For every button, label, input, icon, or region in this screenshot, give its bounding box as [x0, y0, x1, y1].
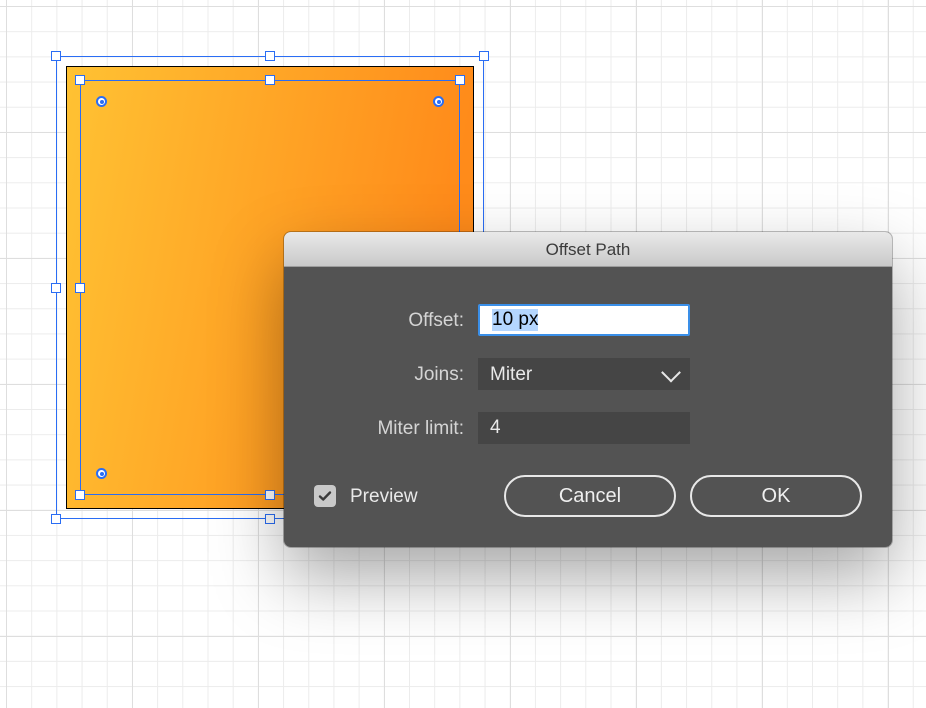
miter-limit-input[interactable] [478, 412, 690, 444]
dialog-titlebar[interactable]: Offset Path [284, 232, 892, 267]
dialog-body: Offset: Joins: Miter Miter limit: [284, 267, 892, 547]
selection-handle[interactable] [51, 514, 61, 524]
offset-path-dialog: Offset Path Offset: Joins: Miter Miter l… [284, 232, 892, 547]
cancel-button[interactable]: Cancel [504, 475, 676, 517]
canvas-grid[interactable]: Offset Path Offset: Joins: Miter Miter l… [0, 0, 926, 708]
check-icon [317, 488, 333, 504]
corner-anchor[interactable] [96, 468, 107, 479]
selection-handle[interactable] [51, 283, 61, 293]
selection-handle[interactable] [265, 514, 275, 524]
inner-selection-handle[interactable] [455, 75, 465, 85]
corner-anchor[interactable] [96, 96, 107, 107]
joins-select[interactable]: Miter [478, 358, 690, 390]
offset-input[interactable] [478, 304, 690, 336]
dialog-title: Offset Path [546, 241, 631, 258]
joins-label: Joins: [314, 365, 478, 384]
inner-selection-handle[interactable] [265, 490, 275, 500]
selection-handle[interactable] [265, 51, 275, 61]
ok-button[interactable]: OK [690, 475, 862, 517]
inner-selection-handle[interactable] [75, 283, 85, 293]
preview-label: Preview [350, 487, 418, 506]
selection-handle[interactable] [51, 51, 61, 61]
dialog-footer: Preview Cancel OK [314, 475, 862, 517]
selection-handle[interactable] [479, 51, 489, 61]
inner-selection-handle[interactable] [75, 75, 85, 85]
miter-limit-label: Miter limit: [314, 419, 478, 438]
joins-value: Miter [478, 358, 690, 390]
inner-selection-handle[interactable] [75, 490, 85, 500]
preview-checkbox[interactable] [314, 485, 336, 507]
corner-anchor[interactable] [433, 96, 444, 107]
offset-row: Offset: [314, 303, 862, 337]
inner-selection-handle[interactable] [265, 75, 275, 85]
miter-limit-row: Miter limit: [314, 411, 862, 445]
offset-label: Offset: [314, 311, 478, 330]
joins-row: Joins: Miter [314, 357, 862, 391]
